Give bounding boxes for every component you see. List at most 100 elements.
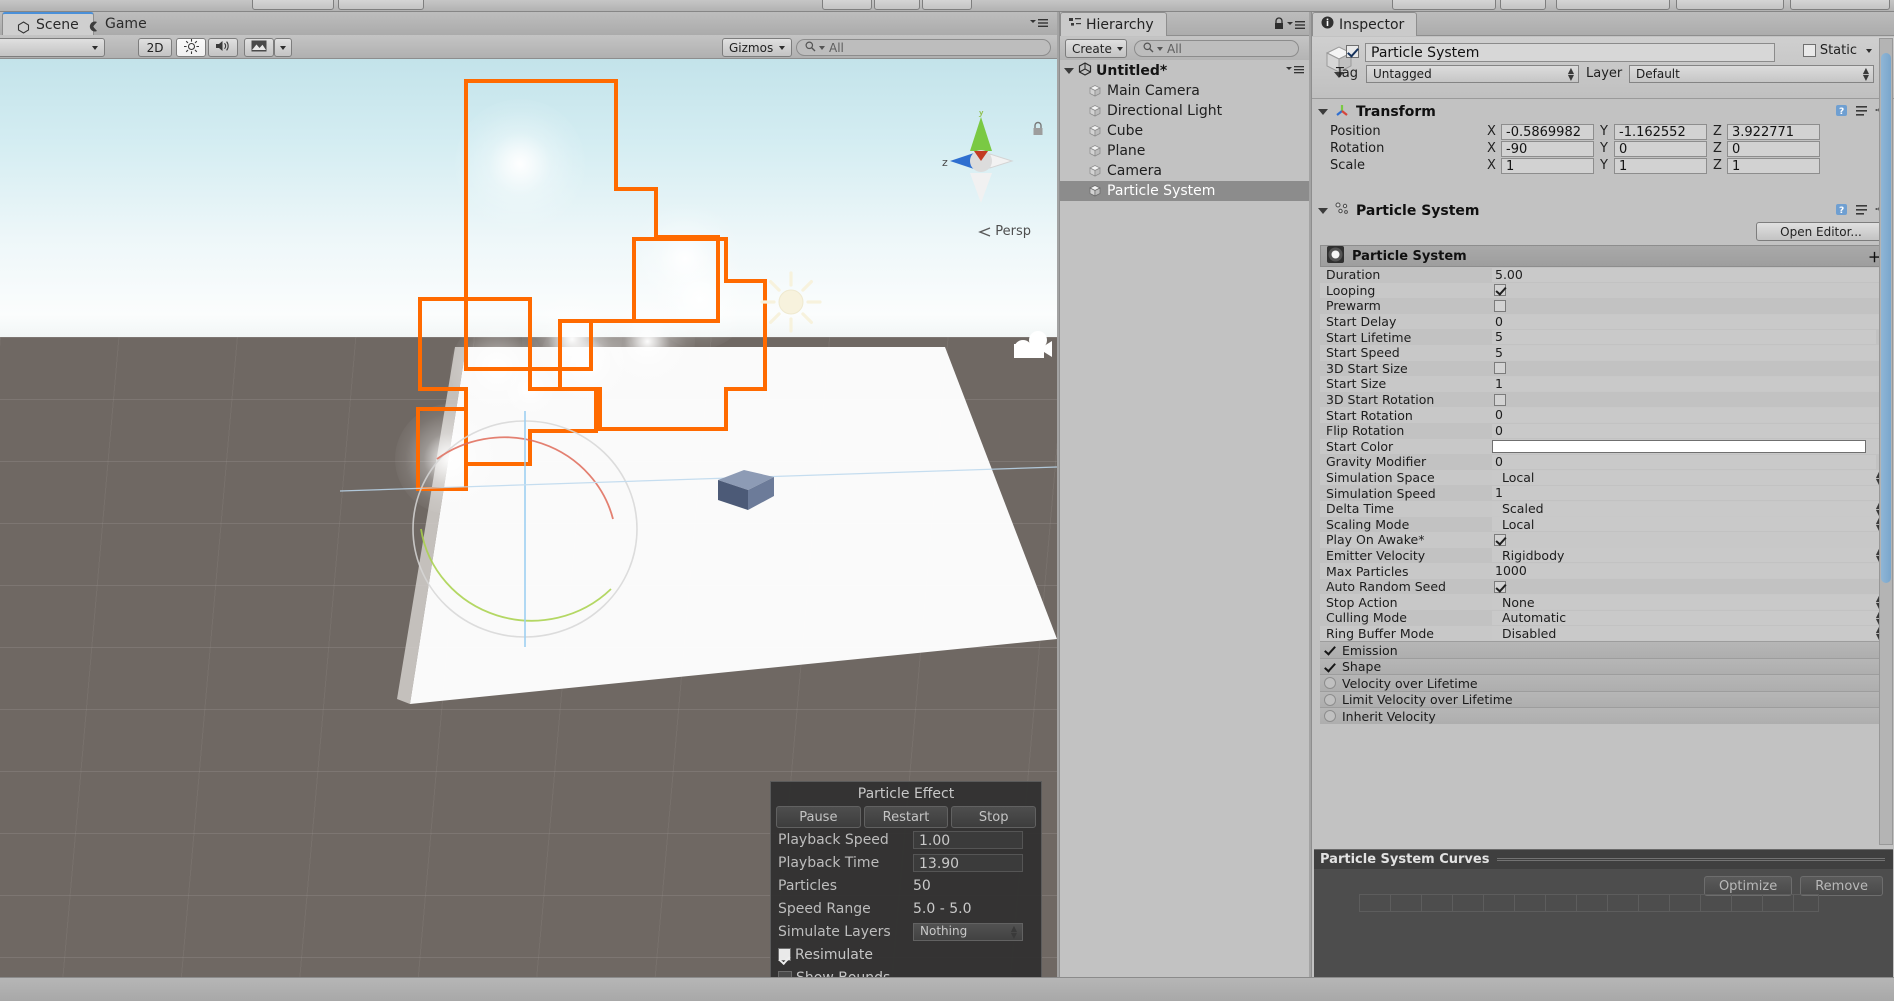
hierarchy-item-plane[interactable]: Plane xyxy=(1060,141,1309,161)
property-value[interactable]: 5.00 xyxy=(1492,267,1886,282)
scrollbar-thumb[interactable] xyxy=(1881,53,1891,583)
property-checkbox[interactable] xyxy=(1494,284,1506,297)
tab-hierarchy[interactable]: Hierarchy xyxy=(1060,12,1167,36)
module-row-velocity-over-lifetime[interactable]: Velocity over Lifetime xyxy=(1320,674,1886,691)
object-enabled-checkbox[interactable] xyxy=(1346,45,1359,58)
shading-mode-dropdown[interactable]: aded xyxy=(0,38,105,57)
property-dropdown[interactable]: Rigidbody▲▼ xyxy=(1492,548,1886,563)
fx-dropdown[interactable] xyxy=(274,38,292,57)
play-button[interactable] xyxy=(822,0,872,10)
module-toggle-off[interactable] xyxy=(1324,710,1336,722)
curve-editor-grid[interactable] xyxy=(1359,894,1819,912)
property-dropdown[interactable]: Scaled▲▼ xyxy=(1492,501,1886,516)
inspector-scrollbar[interactable] xyxy=(1879,38,1893,845)
lighting-toggle[interactable] xyxy=(176,38,206,57)
property-value[interactable]: 0 xyxy=(1492,314,1886,329)
hierarchy-menu-icon[interactable] xyxy=(1287,19,1305,35)
help-icon[interactable]: ? xyxy=(1835,203,1848,220)
rotation-z-input[interactable]: 0 xyxy=(1727,140,1820,157)
property-dropdown[interactable]: Local▲▼ xyxy=(1492,470,1886,485)
object-name-input[interactable]: Particle System xyxy=(1365,43,1775,62)
static-toggle-group[interactable]: Static xyxy=(1802,43,1872,58)
tab-inspector[interactable]: Inspector xyxy=(1312,12,1418,36)
hierarchy-item-cube[interactable]: Cube xyxy=(1060,121,1309,141)
module-checkbox[interactable] xyxy=(1324,661,1336,673)
resimulate-checkbox[interactable] xyxy=(778,948,791,961)
module-toggle-off[interactable] xyxy=(1324,677,1336,689)
stop-button[interactable]: Stop xyxy=(951,806,1037,828)
scene-axis-gizmo[interactable]: y z xyxy=(940,105,1022,207)
scene-menu-icon[interactable] xyxy=(1286,63,1304,79)
create-button[interactable]: Create xyxy=(1065,39,1127,58)
lock-icon[interactable] xyxy=(1031,121,1045,137)
open-editor-button[interactable]: Open Editor... xyxy=(1756,222,1886,241)
scale-z-input[interactable]: 1 xyxy=(1727,157,1820,174)
tab-game[interactable]: Game xyxy=(72,13,161,35)
module-row-limit-velocity-over-lifetime[interactable]: Limit Velocity over Lifetime xyxy=(1320,690,1886,708)
hierarchy-item-main-camera[interactable]: Main Camera xyxy=(1060,81,1309,101)
property-value[interactable]: 5 xyxy=(1492,345,1876,360)
property-checkbox[interactable] xyxy=(1494,533,1506,546)
scale-y-input[interactable]: 1 xyxy=(1614,157,1707,174)
property-value[interactable]: 1 xyxy=(1492,486,1886,501)
particle-system-header[interactable]: Particle System ? xyxy=(1312,200,1894,222)
cube-object[interactable] xyxy=(714,462,778,514)
remove-button[interactable]: Remove xyxy=(1800,876,1883,896)
restart-button[interactable]: Restart xyxy=(863,806,949,828)
property-dropdown[interactable]: Automatic▲▼ xyxy=(1492,610,1886,625)
resimulate-row[interactable]: Resimulate xyxy=(771,943,1041,966)
rotation-y-input[interactable]: 0 xyxy=(1614,140,1707,157)
fx-toggle[interactable] xyxy=(244,38,274,57)
hierarchy-item-camera[interactable]: Camera xyxy=(1060,161,1309,181)
hierarchy-item-particle-system[interactable]: Particle System xyxy=(1060,181,1309,201)
optimize-button[interactable]: Optimize xyxy=(1703,876,1793,896)
scene-options-icon[interactable] xyxy=(1029,17,1049,33)
show-bounds-row[interactable]: Show Bounds xyxy=(771,966,1041,977)
layers-button[interactable] xyxy=(1676,0,1784,10)
account-button[interactable] xyxy=(1556,0,1670,10)
pause-button[interactable] xyxy=(874,0,920,10)
position-z-input[interactable]: 3.922771 xyxy=(1727,123,1820,140)
preset-icon[interactable] xyxy=(1855,104,1868,121)
playback-time-input[interactable]: 13.90 xyxy=(913,853,1023,872)
property-checkbox[interactable] xyxy=(1494,362,1506,375)
module-row-inherit-velocity[interactable]: Inherit Velocity xyxy=(1320,707,1886,724)
global-button[interactable] xyxy=(338,0,424,10)
rotation-x-input[interactable]: -90 xyxy=(1501,140,1594,157)
chevron-down-icon[interactable] xyxy=(1866,48,1872,53)
module-row-shape[interactable]: Shape xyxy=(1320,657,1886,675)
module-row-emission[interactable]: Emission xyxy=(1320,641,1886,658)
property-checkbox[interactable] xyxy=(1494,299,1506,312)
property-dropdown[interactable]: None▲▼ xyxy=(1492,595,1886,610)
help-icon[interactable]: ? xyxy=(1835,104,1848,121)
step-button[interactable] xyxy=(922,0,972,10)
scene-viewport[interactable]: y z Persp Particle Effect Pause Restart … xyxy=(0,59,1057,977)
property-checkbox[interactable] xyxy=(1494,580,1506,593)
cloud-button[interactable] xyxy=(1500,0,1546,10)
pivot-button[interactable] xyxy=(252,0,334,10)
gizmos-dropdown[interactable]: Gizmos xyxy=(722,38,792,57)
module-toggle-off[interactable] xyxy=(1324,693,1336,706)
layer-dropdown[interactable]: Default ▲ ▼ xyxy=(1629,65,1874,83)
hierarchy-lock-icon[interactable] xyxy=(1273,17,1285,35)
property-dropdown[interactable]: Disabled▲▼ xyxy=(1492,626,1886,641)
transform-header[interactable]: Transform ? xyxy=(1312,101,1894,123)
property-value[interactable]: 1000 xyxy=(1492,564,1886,579)
property-value[interactable]: 0 xyxy=(1492,454,1876,469)
chevron-down-icon[interactable] xyxy=(1318,208,1328,214)
scene-root-row[interactable]: Untitled* xyxy=(1060,60,1309,81)
property-checkbox[interactable] xyxy=(1494,393,1506,406)
playback-speed-input[interactable]: 1.00 xyxy=(913,830,1023,849)
camera-gizmo[interactable] xyxy=(1008,327,1056,361)
audio-toggle[interactable] xyxy=(208,38,238,57)
scene-search-input[interactable]: All xyxy=(796,39,1051,56)
module-title-row[interactable]: Particle System ＋ xyxy=(1320,245,1886,267)
2d-toggle[interactable]: 2D xyxy=(138,38,172,57)
simulate-layers-dropdown[interactable]: Nothing ▲ ▼ xyxy=(913,922,1023,941)
layout-button[interactable] xyxy=(1790,0,1890,10)
module-checkbox[interactable] xyxy=(1324,644,1336,656)
hierarchy-search-input[interactable]: All xyxy=(1134,40,1299,57)
property-value[interactable]: 0 xyxy=(1492,408,1876,423)
property-value[interactable]: 1 xyxy=(1492,376,1876,391)
property-dropdown[interactable]: Local▲▼ xyxy=(1492,517,1886,532)
